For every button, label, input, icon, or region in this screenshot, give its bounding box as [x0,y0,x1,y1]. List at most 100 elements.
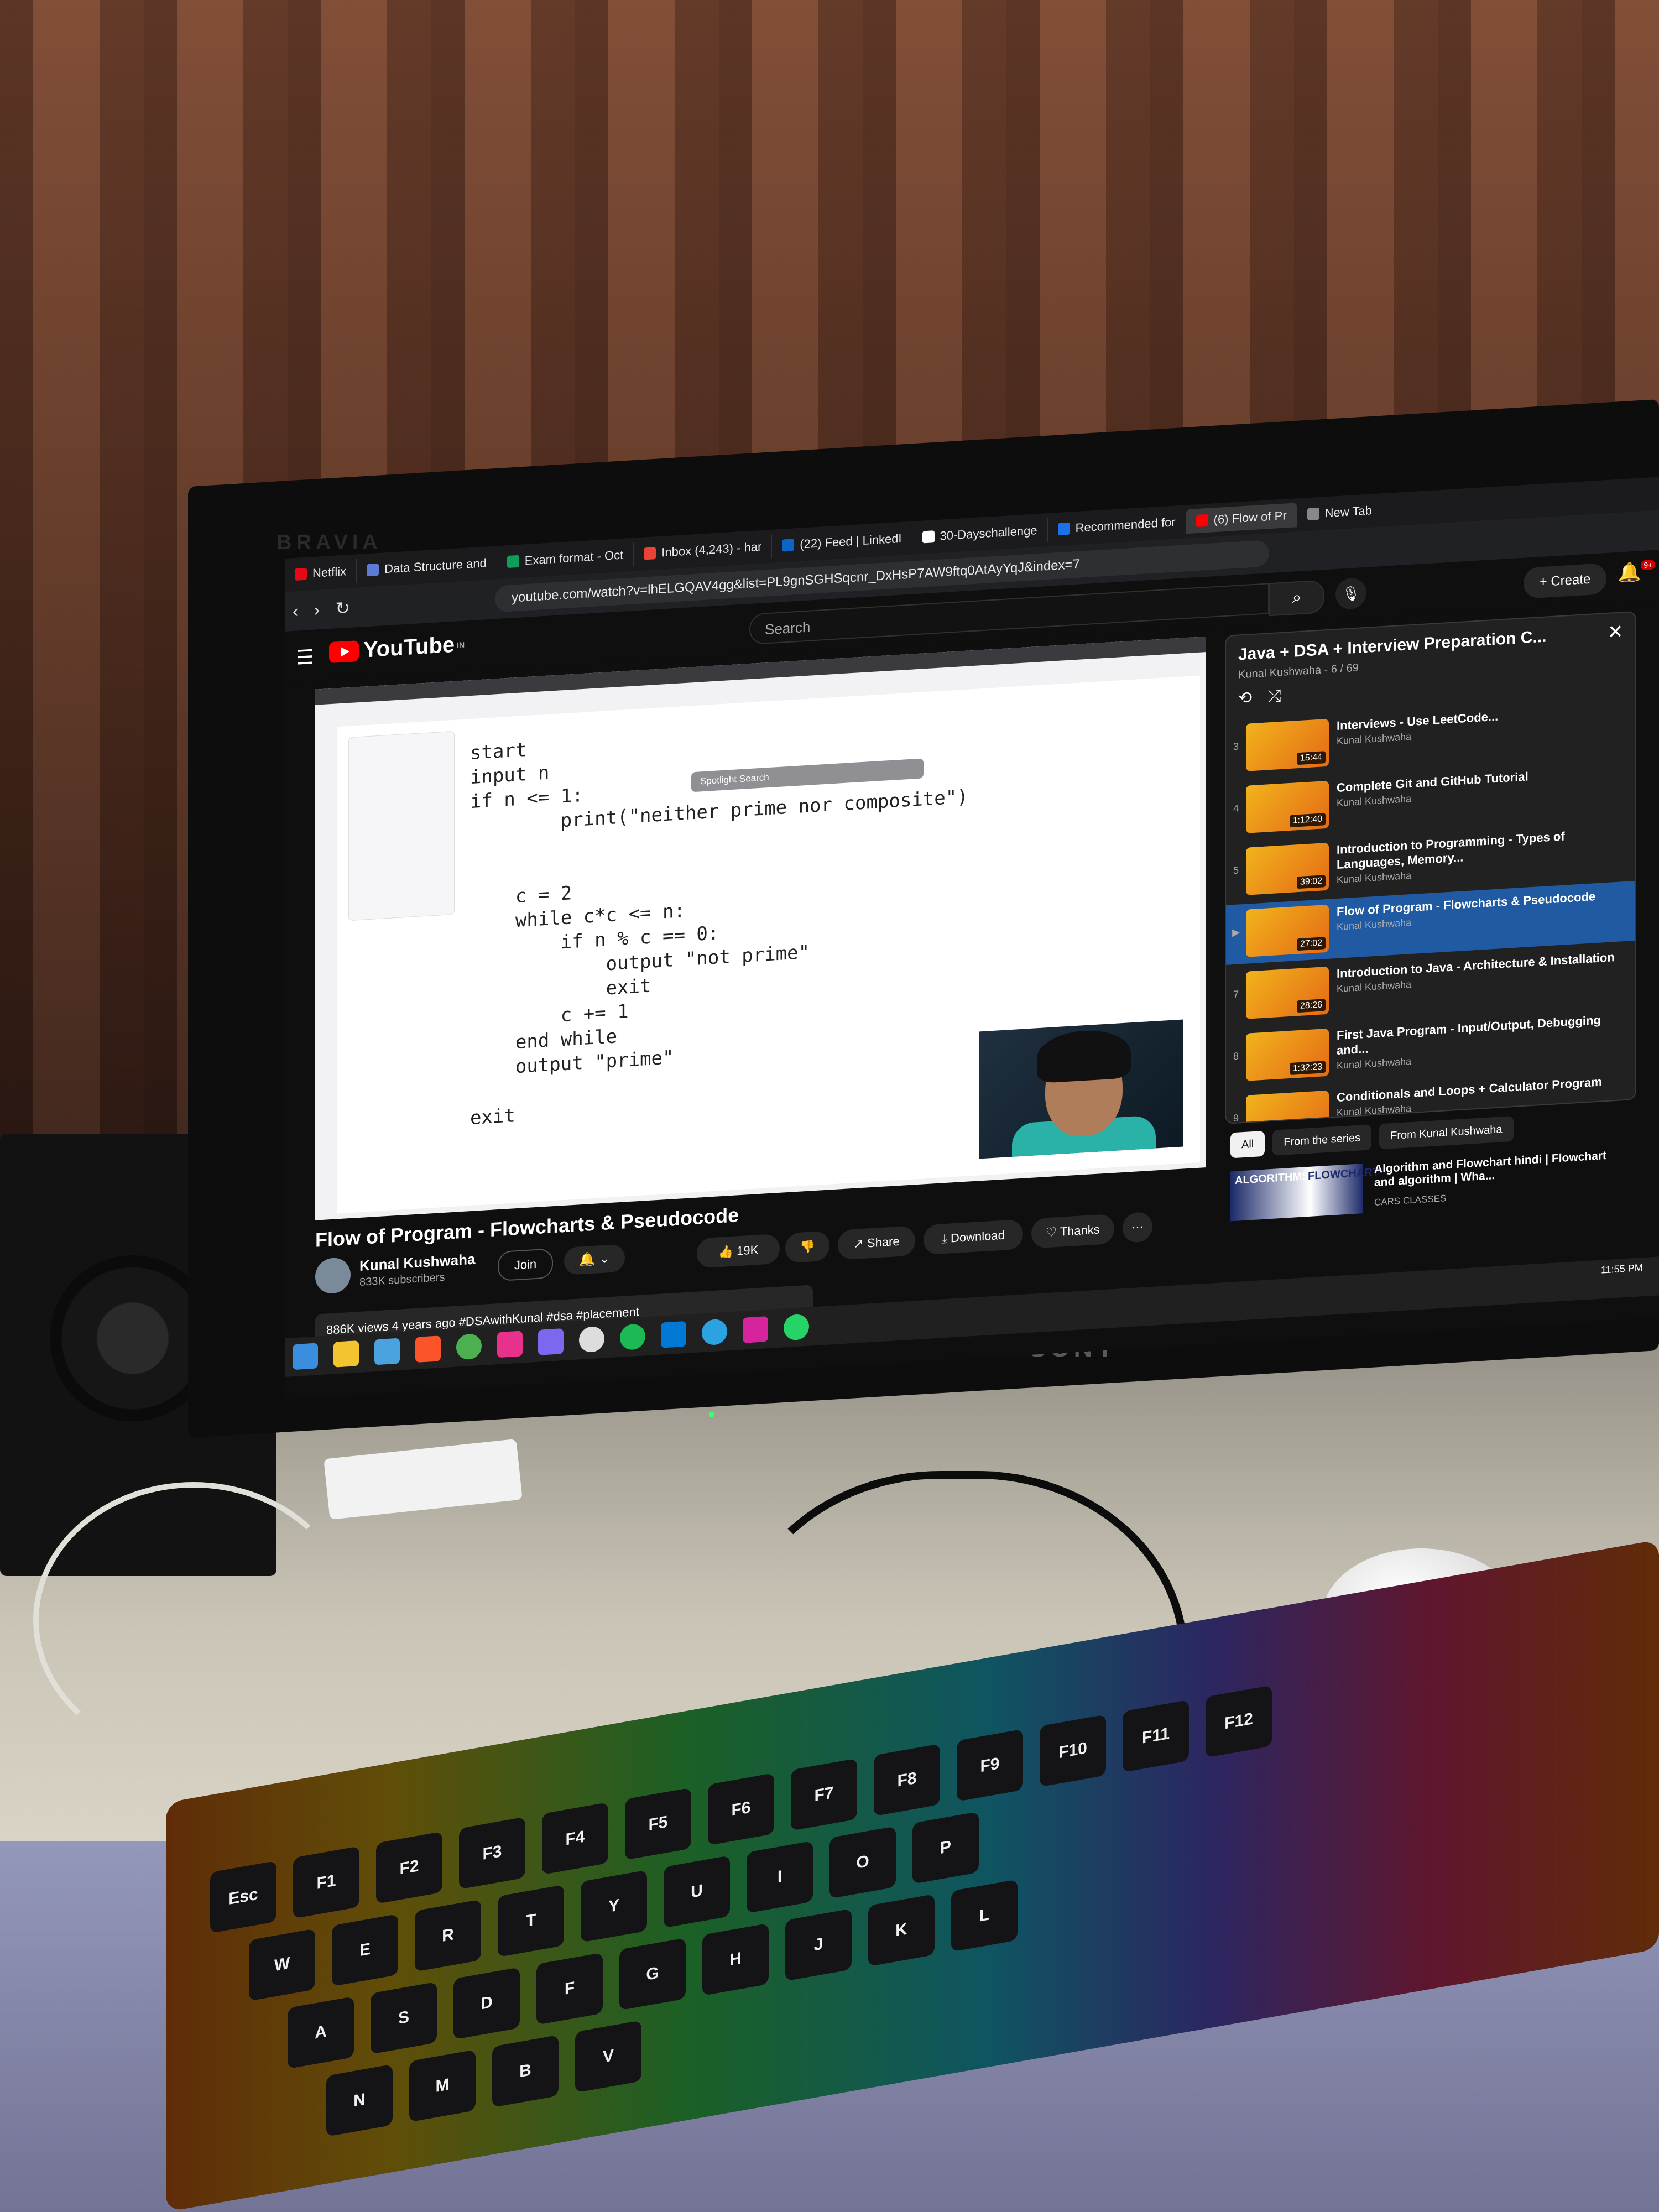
channel-avatar[interactable] [315,1256,351,1295]
keyboard-key[interactable]: U [664,1855,730,1928]
subscribe-bell-button[interactable]: 🔔 ⌄ [564,1244,625,1275]
download-button[interactable]: ⤓ Download [924,1219,1023,1255]
keyboard-key[interactable]: M [409,2049,476,2122]
keyboard-key[interactable]: Y [581,1870,647,1943]
playlist-item-duration: 15:44 [1296,751,1326,765]
browser-tab[interactable]: Inbox (4,243) - har [634,534,773,567]
keyboard-key[interactable]: R [415,1899,481,1972]
keyboard-key[interactable]: Esc [210,1860,276,1933]
playlist-controls: ⟲ ⤮ [1238,686,1281,708]
copilot-icon[interactable] [538,1328,564,1355]
create-button[interactable]: + Create [1524,563,1606,599]
windows-start-icon[interactable] [293,1343,318,1370]
keyboard-key[interactable]: B [492,2034,559,2107]
playlist-item-number: 4 [1233,802,1239,815]
playlist-item-duration: 39:02 [1296,875,1326,889]
keyboard-key[interactable]: S [371,1981,437,2054]
tab-label: New Tab [1324,503,1372,520]
chip-all[interactable]: All [1230,1130,1265,1159]
keyboard-key[interactable]: F9 [957,1729,1023,1802]
browser-tab[interactable]: 30-Dayschallenge [912,518,1048,550]
search-icon[interactable]: ⌕ [1269,580,1324,617]
notifications-icon[interactable]: 🔔 9+ [1618,559,1656,585]
brave-icon[interactable] [415,1335,441,1363]
keyboard-key[interactable]: F1 [293,1846,359,1919]
chip-from-series[interactable]: From the series [1272,1124,1372,1156]
keyboard-key[interactable]: I [747,1840,813,1913]
close-icon[interactable]: ✕ [1608,620,1624,644]
chrome-icon[interactable] [456,1333,482,1360]
keyboard-key[interactable]: G [619,1938,686,2011]
keyboard-key[interactable]: E [332,1913,398,1987]
shuffle-icon[interactable]: ⤮ [1267,687,1281,706]
loop-icon[interactable]: ⟲ [1238,688,1252,707]
create-label: Create [1551,571,1591,589]
browser-tab[interactable]: Exam format - Oct [497,542,634,575]
app-icon[interactable] [374,1338,400,1365]
video-player[interactable]: Spotlight Search start input n if n <= 1… [315,637,1206,1220]
instagram-icon[interactable] [743,1316,768,1343]
white-cable [33,1482,354,1759]
keyboard-key[interactable]: F2 [376,1831,442,1904]
more-actions-icon[interactable]: ⋯ [1123,1211,1152,1243]
keyboard-key[interactable]: F12 [1206,1685,1272,1758]
keyboard-key[interactable]: K [868,1893,935,1967]
thanks-button[interactable]: ♡ Thanks [1031,1213,1114,1249]
keyboard-key[interactable]: T [498,1885,564,1958]
keyboard-key[interactable]: F4 [542,1802,608,1875]
monitor-screen: Netflix Data Structure and Exam format - O… [285,477,1659,1399]
channel-name[interactable]: Kunal Kushwaha [359,1251,475,1275]
keyboard-key[interactable]: J [785,1908,852,1981]
country-code: IN [457,640,465,650]
taskbar-clock[interactable]: 11:55 PM [1601,1262,1643,1276]
keyboard-key[interactable]: N [326,2064,393,2137]
tab-label: Recommended for [1075,515,1176,535]
keyboard-key[interactable]: F8 [874,1744,940,1817]
chip-from-channel[interactable]: From Kunal Kushwaha [1379,1116,1514,1150]
browser-tab[interactable]: (22) Feed | LinkedI [772,525,912,559]
browser-tab[interactable]: New Tab [1297,498,1383,528]
keyboard-key[interactable]: D [453,1967,520,2040]
spotify-icon[interactable] [620,1323,645,1350]
like-count: 19K [737,1243,759,1258]
browser-tab[interactable]: Data Structure and [357,550,497,583]
share-button[interactable]: ↗ Share [838,1225,915,1260]
browser-tab[interactable]: Recommended for [1047,509,1186,542]
keyboard-key[interactable]: P [912,1811,979,1884]
keyboard-key[interactable]: F5 [625,1787,691,1860]
keyboard-key[interactable]: F10 [1040,1714,1106,1787]
playlist-item-thumbnail: 27:02 [1246,904,1329,957]
forward-icon[interactable]: › [314,599,320,620]
playlist-item-number: ▶ [1232,926,1240,938]
chatgpt-icon[interactable] [579,1326,604,1353]
keyboard-key[interactable]: H [702,1923,769,1996]
playlist-title[interactable]: Java + DSA + Interview Preparation C... [1238,627,1546,664]
whatsapp-icon[interactable] [784,1313,809,1341]
dislike-button[interactable]: 👎 [785,1230,830,1264]
whiteboard-tools-panel [348,731,455,921]
keyboard-key[interactable]: F [536,1952,603,2025]
keyboard-key[interactable]: L [951,1879,1018,1952]
recommended-video[interactable]: ALGORITHMS FLOWCHART Algorithm and Flowc… [1230,1149,1618,1222]
tab-label: Inbox (4,243) - har [661,539,762,560]
keyboard-key[interactable]: A [288,1996,354,2069]
keyboard-key[interactable]: O [830,1826,896,1899]
keyboard-key[interactable]: W [249,1928,315,2001]
intellij-icon[interactable] [497,1331,523,1358]
telegram-icon[interactable] [702,1318,727,1346]
browser-tab[interactable]: Netflix [285,559,357,587]
like-button[interactable]: 👍 19K [697,1233,780,1269]
vscode-icon[interactable] [661,1321,686,1348]
join-button[interactable]: Join [498,1248,553,1282]
reload-icon[interactable]: ↻ [335,597,350,619]
keyboard-key[interactable]: F3 [459,1817,525,1890]
file-explorer-icon[interactable] [333,1340,359,1368]
keyboard-key[interactable]: F7 [791,1758,857,1831]
playlist-item-number: 8 [1233,1050,1239,1062]
menu-icon[interactable]: ☰ [296,645,314,670]
browser-tab[interactable]: (6) Flow of Pr [1186,503,1297,534]
keyboard-key[interactable]: V [575,2020,641,2093]
keyboard-key[interactable]: F6 [708,1773,774,1846]
back-icon[interactable]: ‹ [293,601,299,622]
keyboard-key[interactable]: F11 [1123,1699,1189,1772]
